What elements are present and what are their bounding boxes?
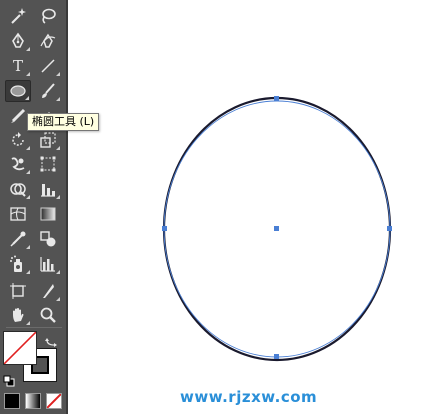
pen-tool[interactable] (5, 30, 31, 52)
gradient-icon (39, 205, 57, 223)
canvas-artwork[interactable] (68, 0, 434, 414)
tools-panel: T (0, 0, 68, 414)
flyout-indicator (56, 97, 60, 101)
none-mode-button[interactable] (46, 393, 62, 409)
flyout-indicator (56, 195, 60, 199)
shape-builder-tool[interactable] (5, 178, 31, 200)
anchor-point-right[interactable] (387, 226, 392, 231)
flyout-indicator (26, 270, 30, 274)
blend-icon (39, 230, 57, 248)
default-colors-icon (3, 372, 15, 391)
tools-separator (6, 327, 62, 328)
gradient-mode-button[interactable] (25, 393, 41, 409)
magic-wand-tool[interactable] (5, 5, 31, 27)
pencil-icon (9, 107, 27, 125)
zoom-icon (39, 306, 57, 324)
column-graph-tool[interactable] (35, 253, 61, 275)
anchor-point-left[interactable] (162, 226, 167, 231)
blend-tool[interactable] (35, 228, 61, 250)
slice-icon (39, 282, 57, 300)
color-mode-button[interactable] (4, 393, 20, 409)
artboard-icon (9, 282, 27, 300)
flyout-indicator (56, 72, 60, 76)
rotate-tool[interactable] (5, 129, 31, 151)
chart-tool[interactable] (35, 178, 61, 200)
artboard-canvas[interactable] (68, 0, 434, 414)
flyout-indicator (26, 72, 30, 76)
flyout-indicator (26, 245, 30, 249)
warp-tool[interactable] (5, 153, 31, 175)
anchor-point-bottom[interactable] (274, 354, 279, 359)
warp-icon (9, 155, 27, 173)
zoom-tool[interactable] (35, 304, 61, 326)
flyout-indicator (26, 321, 30, 325)
symbol-sprayer-tool[interactable] (5, 253, 31, 275)
flyout-indicator (26, 170, 30, 174)
flyout-indicator (26, 195, 30, 199)
pen-icon (9, 32, 27, 50)
flyout-indicator (56, 270, 60, 274)
flyout-indicator (26, 146, 30, 150)
paintbrush-icon (39, 82, 57, 100)
shape-builder-icon (9, 180, 27, 198)
line-segment-icon (39, 57, 57, 75)
free-transform-tool[interactable] (35, 153, 61, 175)
paintbrush-tool[interactable] (35, 80, 61, 102)
rotate-icon (9, 131, 27, 149)
lasso-icon (39, 7, 57, 25)
gradient-tool[interactable] (35, 203, 61, 225)
swap-arrows-icon (45, 333, 59, 352)
line-segment-tool[interactable] (35, 55, 61, 77)
curvature-tool[interactable] (35, 30, 61, 52)
fill-swatch[interactable] (3, 331, 37, 365)
ellipse-tool[interactable] (5, 80, 31, 102)
mesh-tool[interactable] (5, 203, 31, 225)
flyout-indicator (56, 146, 60, 150)
flyout-indicator (56, 297, 60, 301)
eyedropper-tool[interactable] (5, 228, 31, 250)
flyout-indicator (25, 96, 29, 100)
hand-icon (9, 306, 27, 324)
flyout-indicator (26, 47, 30, 51)
scale-tool[interactable] (35, 129, 61, 151)
default-fill-stroke-button[interactable] (3, 372, 15, 387)
magic-wand-icon (9, 7, 27, 25)
center-point[interactable] (274, 226, 279, 231)
curvature-icon (39, 32, 57, 50)
type-icon: T (12, 57, 23, 75)
chart-icon (39, 180, 57, 198)
scale-icon (39, 131, 57, 149)
column-graph-icon (39, 255, 57, 273)
watermark-text: www.rjzxw.com (180, 388, 318, 406)
swap-fill-stroke-button[interactable] (45, 333, 59, 347)
hand-tool[interactable] (5, 304, 31, 326)
anchor-point-top[interactable] (274, 96, 279, 101)
artboard-tool[interactable] (5, 280, 31, 302)
mesh-icon (9, 205, 27, 223)
symbol-sprayer-icon (9, 255, 27, 273)
eyedropper-icon (9, 230, 27, 248)
lasso-tool[interactable] (35, 5, 61, 27)
type-tool[interactable]: T (5, 55, 31, 77)
free-transform-icon (39, 155, 57, 173)
slice-tool[interactable] (35, 280, 61, 302)
